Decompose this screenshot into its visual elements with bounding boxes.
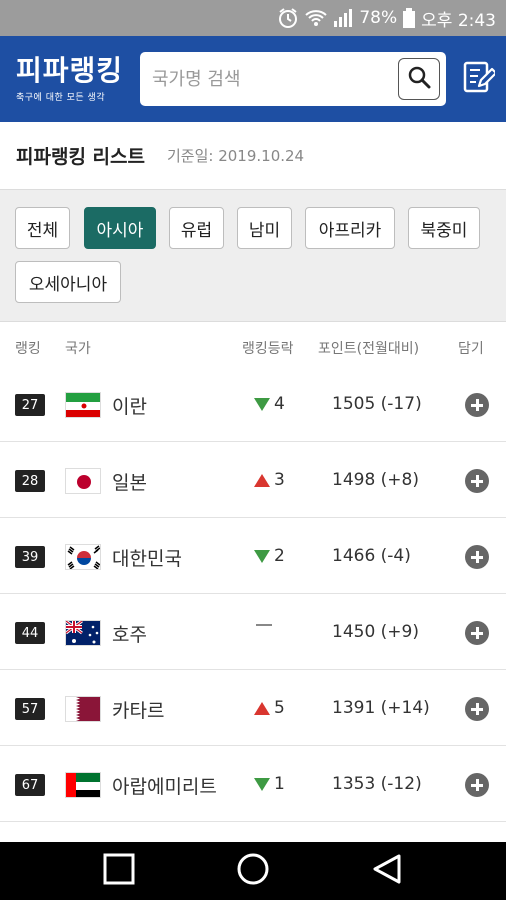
down-arrow-icon: [254, 777, 270, 791]
home-button[interactable]: [235, 853, 271, 889]
korea-flag: [65, 544, 101, 570]
rank-change: 3: [254, 470, 285, 490]
country-name: 카타르: [112, 700, 165, 722]
list-date: 기준일: 2019.10.24: [166, 147, 305, 165]
points-value: 1391 (+14): [332, 698, 430, 718]
australia-flag: [65, 620, 101, 646]
battery-percent: 78%: [359, 8, 398, 28]
rank-change: 4: [254, 394, 285, 414]
app-header: 피파랭킹 축구에 대한 모든 생각: [0, 36, 506, 122]
country-name: 호주: [112, 624, 147, 646]
app-logo[interactable]: 피파랭킹 축구에 대한 모든 생각: [16, 54, 123, 103]
no-change-icon: [256, 624, 272, 626]
country-name: 대한민국: [112, 548, 182, 570]
wifi-icon: [305, 8, 328, 28]
change-value: 4: [274, 394, 285, 414]
table-row[interactable]: 39 대한민국 2 1466 (-4): [0, 518, 506, 594]
navigation-bar: [0, 842, 506, 900]
down-arrow-icon: [254, 397, 270, 411]
add-icon[interactable]: [465, 393, 489, 417]
table-header: 랭킹 국가 랭킹등락 포인트(전월대비) 담기: [0, 324, 506, 368]
rank-badge: 28: [15, 470, 45, 492]
list-title-bar: 피파랭킹 리스트 기준일: 2019.10.24: [0, 122, 506, 190]
status-bar: 78% 오후 2:43: [0, 0, 506, 36]
filter-north-america[interactable]: 북중미: [408, 207, 480, 249]
table-row[interactable]: 67 아랍에미리트 1 1353 (-12): [0, 746, 506, 822]
home-icon: [236, 852, 270, 890]
back-button[interactable]: [369, 853, 405, 889]
search-input[interactable]: [152, 52, 392, 106]
header-change: 랭킹등락: [242, 341, 294, 357]
rank-badge: 27: [15, 394, 45, 416]
header-rank: 랭킹: [15, 341, 41, 357]
alarm-icon: [277, 7, 299, 29]
search-box: [140, 52, 446, 106]
rank-badge: 44: [15, 622, 45, 644]
edit-icon: [463, 60, 498, 98]
add-icon[interactable]: [465, 621, 489, 645]
points-value: 1505 (-17): [332, 394, 422, 414]
rank-change: 5: [254, 698, 285, 718]
filter-south-america[interactable]: 남미: [237, 207, 292, 249]
rank-badge: 57: [15, 698, 45, 720]
change-value: 3: [274, 470, 285, 490]
signal-icon: [333, 8, 353, 28]
filter-europe[interactable]: 유럽: [169, 207, 224, 249]
uae-flag: [65, 772, 101, 798]
add-icon[interactable]: [465, 773, 489, 797]
header-add: 담기: [458, 341, 484, 357]
country-name: 일본: [112, 472, 147, 494]
header-points: 포인트(전월대비): [318, 341, 420, 357]
table-row[interactable]: 28 일본 3 1498 (+8): [0, 442, 506, 518]
table-row[interactable]: 27 이란 4 1505 (-17): [0, 366, 506, 442]
battery-icon: [403, 8, 416, 28]
country-name: 이란: [112, 396, 147, 418]
rank-badge: 39: [15, 546, 45, 568]
back-icon: [371, 853, 403, 889]
table-row[interactable]: 44 호주 1450 (+9): [0, 594, 506, 670]
list-title: 피파랭킹 리스트: [16, 146, 145, 168]
points-value: 1498 (+8): [332, 470, 419, 490]
change-value: 2: [274, 546, 285, 566]
logo-title: 피파랭킹: [16, 54, 124, 87]
search-button[interactable]: [398, 58, 440, 100]
recent-apps-icon: [103, 853, 135, 889]
edit-button[interactable]: [462, 60, 498, 98]
change-value: 5: [274, 698, 285, 718]
filter-africa[interactable]: 아프리카: [305, 207, 395, 249]
points-value: 1466 (-4): [332, 546, 411, 566]
logo-subtitle: 축구에 대한 모든 생각: [16, 93, 106, 103]
filter-asia[interactable]: 아시아: [84, 207, 156, 249]
country-name: 아랍에미리트: [112, 776, 217, 798]
rank-change: 2: [254, 546, 285, 566]
rank-badge: 67: [15, 774, 45, 796]
down-arrow-icon: [254, 549, 270, 563]
search-icon: [407, 65, 431, 93]
status-time: 오후 2:43: [421, 10, 496, 31]
filter-oceania[interactable]: 오세아니아: [15, 261, 121, 303]
header-country: 국가: [65, 341, 91, 357]
points-value: 1353 (-12): [332, 774, 422, 794]
add-icon[interactable]: [465, 545, 489, 569]
recent-apps-button[interactable]: [101, 853, 137, 889]
up-arrow-icon: [254, 473, 270, 487]
filter-all[interactable]: 전체: [15, 207, 70, 249]
points-value: 1450 (+9): [332, 622, 419, 642]
up-arrow-icon: [254, 701, 270, 715]
region-filters: 전체 아시아 유럽 남미 아프리카 북중미 오세아니아: [0, 190, 506, 322]
change-value: 1: [274, 774, 285, 794]
iran-flag: [65, 392, 101, 418]
rank-change: [254, 622, 272, 626]
rank-change: 1: [254, 774, 285, 794]
add-icon[interactable]: [465, 697, 489, 721]
table-row[interactable]: 57 카타르 5 1391 (+14): [0, 670, 506, 746]
japan-flag: [65, 468, 101, 494]
qatar-flag: [65, 696, 101, 722]
add-icon[interactable]: [465, 469, 489, 493]
